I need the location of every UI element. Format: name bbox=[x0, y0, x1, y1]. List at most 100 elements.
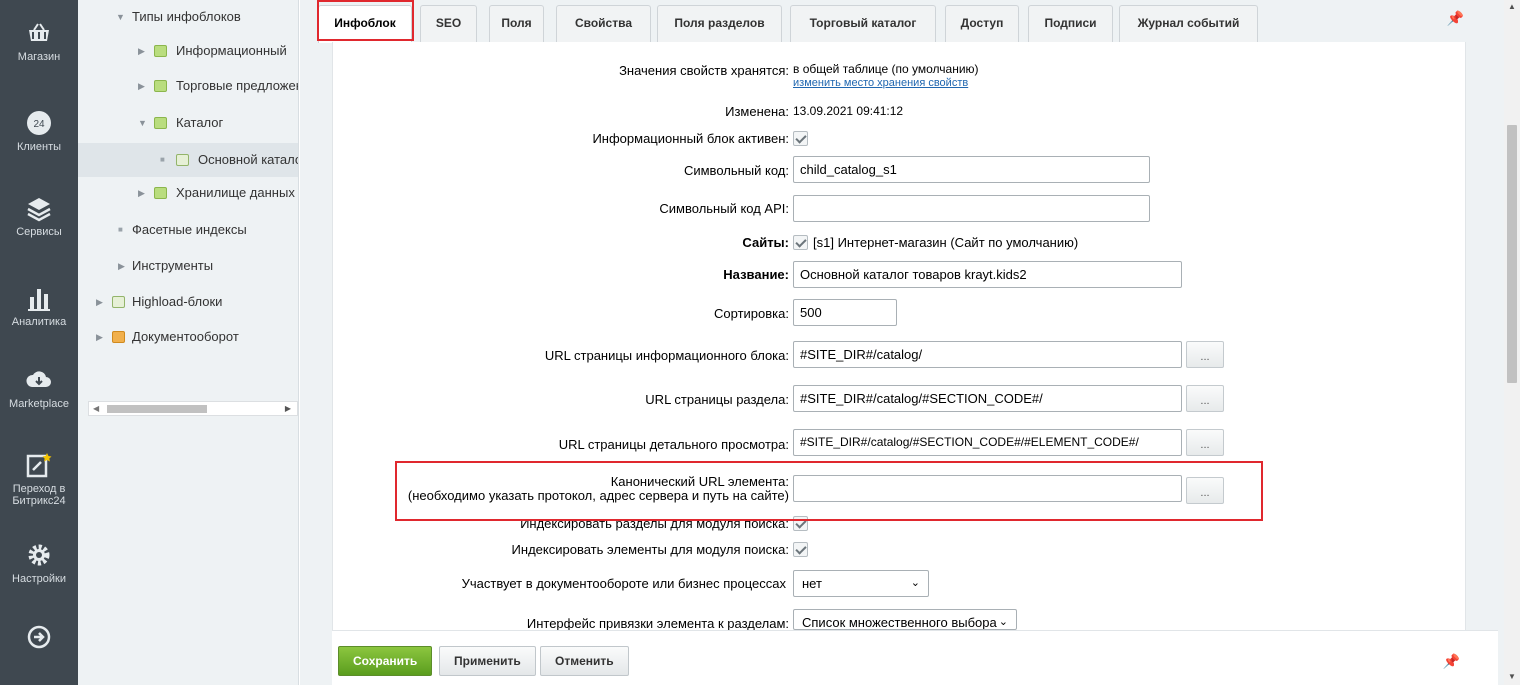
tab-properties[interactable]: Свойства bbox=[556, 5, 651, 42]
active-label: Информационный блок активен: bbox=[592, 131, 789, 146]
workflow-select-value: нет bbox=[802, 576, 822, 591]
star-edit-icon bbox=[26, 453, 52, 478]
folder-icon bbox=[154, 187, 167, 199]
tree-item-tools[interactable]: ▶ Инструменты bbox=[78, 249, 298, 283]
highlight-box-tab bbox=[317, 0, 414, 41]
list-url-label: URL страницы информационного блока: bbox=[544, 348, 789, 363]
storage-change-link[interactable]: изменить место хранения свойств bbox=[793, 77, 968, 89]
sites-label: Сайты: bbox=[742, 235, 789, 250]
list-url-input[interactable]: #SITE_DIR#/catalog/ bbox=[793, 341, 1182, 368]
nav-bitrix24[interactable]: Переход в Битрикс24 bbox=[0, 450, 78, 507]
detail-url-dots-button[interactable]: ... bbox=[1186, 429, 1224, 456]
nav-settings[interactable]: Настройки bbox=[0, 540, 78, 585]
detail-url-label: URL страницы детального просмотра: bbox=[558, 437, 789, 452]
triangle-right-icon[interactable]: ▶ bbox=[96, 320, 103, 354]
triangle-down-icon[interactable]: ▼ bbox=[138, 106, 147, 140]
nav-collapse[interactable] bbox=[0, 622, 78, 655]
layers-icon bbox=[27, 198, 51, 222]
code-input[interactable]: child_catalog_s1 bbox=[793, 156, 1150, 183]
site-s1-checkbox[interactable] bbox=[793, 235, 808, 250]
api-code-input[interactable] bbox=[793, 195, 1150, 222]
modified-value: 13.09.2021 09:41:12 bbox=[793, 104, 904, 118]
document-icon bbox=[112, 331, 125, 343]
sort-input[interactable]: 500 bbox=[793, 299, 897, 326]
name-input[interactable]: Основной каталог товаров krayt.kids2 bbox=[793, 261, 1182, 288]
form-content: Значения свойств хранятся: в общей табли… bbox=[332, 42, 1466, 631]
triangle-right-icon[interactable]: ▶ bbox=[138, 69, 145, 103]
list-url-dots-button[interactable]: ... bbox=[1186, 341, 1224, 368]
tab-seo[interactable]: SEO bbox=[420, 5, 477, 42]
tree-item-data-storage[interactable]: ▶ Хранилище данных bbox=[78, 176, 298, 210]
tab-event-log[interactable]: Журнал событий bbox=[1119, 5, 1258, 42]
modified-label: Изменена: bbox=[725, 104, 789, 119]
tree-item-iblock-types[interactable]: ▼ Типы инфоблоков bbox=[78, 0, 298, 34]
nav-clients[interactable]: 24 Клиенты bbox=[0, 108, 78, 153]
tree-item-workflow[interactable]: ▶ Документооборот bbox=[78, 320, 298, 354]
tree-item-highload[interactable]: ▶ Highload-блоки bbox=[78, 285, 298, 319]
tree-item-offers[interactable]: ▶ Торговые предложения bbox=[78, 69, 298, 103]
tree-item-catalog[interactable]: ▼ Каталог bbox=[78, 106, 298, 140]
bar-chart-icon bbox=[28, 289, 50, 311]
arrow-circle-icon bbox=[27, 625, 51, 649]
nav-services[interactable]: Сервисы bbox=[0, 193, 78, 238]
workflow-label: Участвует в документообороте или бизнес … bbox=[461, 576, 786, 591]
tree-item-facet-indexes[interactable]: ■ Фасетные индексы bbox=[78, 213, 298, 247]
nav-marketplace[interactable]: Marketplace bbox=[0, 365, 78, 410]
pin-icon[interactable]: 📌 bbox=[1443, 653, 1460, 670]
bottom-action-bar: Сохранить Применить Отменить 📌 bbox=[332, 630, 1498, 685]
apply-button[interactable]: Применить bbox=[439, 646, 536, 676]
basket-icon bbox=[29, 23, 49, 41]
tab-section-fields[interactable]: Поля разделов bbox=[657, 5, 782, 42]
triangle-right-icon[interactable]: ▶ bbox=[138, 34, 145, 68]
highload-icon bbox=[112, 296, 125, 308]
storage-value: в общей таблице (по умолчанию) bbox=[793, 62, 979, 76]
name-label: Название: bbox=[723, 267, 789, 282]
nav-analytics-label: Аналитика bbox=[11, 316, 67, 328]
catalog-icon bbox=[176, 154, 189, 166]
tab-access[interactable]: Доступ bbox=[945, 5, 1019, 42]
workflow-select[interactable]: нет ⌄ bbox=[793, 570, 929, 597]
nav-clients-label: Клиенты bbox=[16, 141, 62, 153]
tab-trade-catalog[interactable]: Торговый каталог bbox=[790, 5, 936, 42]
nav-analytics[interactable]: Аналитика bbox=[0, 283, 78, 328]
tab-captions[interactable]: Подписи bbox=[1028, 5, 1113, 42]
pin-icon[interactable]: 📌 bbox=[1447, 10, 1464, 27]
triangle-down-icon[interactable]: ▼ bbox=[116, 0, 125, 34]
section-url-dots-button[interactable]: ... bbox=[1186, 385, 1224, 412]
tree-item-main-catalog[interactable]: ■ Основной каталог bbox=[78, 143, 298, 177]
section-url-input[interactable]: #SITE_DIR#/catalog/#SECTION_CODE#/ bbox=[793, 385, 1182, 412]
tree-panel: ▼ Типы инфоблоков ▶ Информационный ▶ Тор… bbox=[78, 0, 299, 685]
nav-shop[interactable]: Магазин bbox=[0, 18, 78, 63]
tree-horizontal-scrollbar[interactable]: ◀ ▶ bbox=[88, 401, 298, 416]
scroll-thumb[interactable] bbox=[1507, 125, 1517, 383]
bullet-icon: ■ bbox=[118, 225, 123, 234]
highlight-box-canonical bbox=[395, 461, 1263, 521]
crm-24-icon: 24 bbox=[27, 111, 51, 135]
scroll-up-icon[interactable]: ▲ bbox=[1508, 2, 1516, 11]
save-button[interactable]: Сохранить bbox=[338, 646, 433, 676]
cloud-download-icon bbox=[26, 371, 51, 387]
scroll-down-icon[interactable]: ▼ bbox=[1508, 672, 1516, 681]
tree-item-informational[interactable]: ▶ Информационный bbox=[78, 34, 298, 68]
section-iface-label: Интерфейс привязки элемента к разделам: bbox=[526, 616, 789, 631]
cancel-button[interactable]: Отменить bbox=[540, 646, 629, 676]
scroll-right-icon[interactable]: ▶ bbox=[285, 402, 291, 415]
tab-fields[interactable]: Поля bbox=[489, 5, 544, 42]
main-area: Инфоблок SEO Поля Свойства Поля разделов… bbox=[300, 0, 1504, 685]
index-elements-label: Индексировать элементы для модуля поиска… bbox=[511, 542, 789, 557]
chevron-down-icon: ⌄ bbox=[998, 616, 1008, 628]
triangle-right-icon[interactable]: ▶ bbox=[96, 285, 103, 319]
svg-text:24: 24 bbox=[33, 119, 45, 130]
bullet-icon: ■ bbox=[160, 155, 165, 164]
scroll-left-icon[interactable]: ◀ bbox=[93, 402, 99, 415]
index-elements-checkbox[interactable] bbox=[793, 542, 808, 557]
left-nav: Магазин 24 Клиенты Сервисы Аналитика Mar… bbox=[0, 0, 78, 685]
page-vertical-scrollbar[interactable]: ▲ ▼ bbox=[1504, 0, 1520, 685]
scroll-thumb[interactable] bbox=[107, 405, 207, 413]
detail-url-input[interactable]: #SITE_DIR#/catalog/#SECTION_CODE#/#ELEME… bbox=[793, 429, 1182, 456]
section-iface-select[interactable]: Список множественного выбора ⌄ bbox=[793, 609, 1017, 630]
triangle-right-icon[interactable]: ▶ bbox=[118, 249, 125, 283]
triangle-right-icon[interactable]: ▶ bbox=[138, 176, 145, 210]
storage-label: Значения свойств хранятся: bbox=[619, 63, 789, 78]
active-checkbox[interactable] bbox=[793, 131, 808, 146]
